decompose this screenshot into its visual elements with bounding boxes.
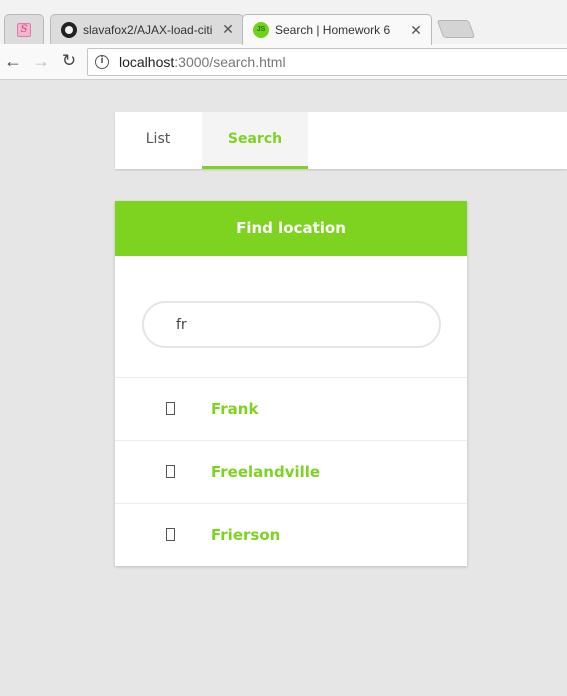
result-name: Frank [211, 400, 259, 418]
list-item[interactable]: Frierson [115, 504, 467, 567]
browser-toolbar: ← → ↻ i localhost:3000/search.html [0, 44, 567, 80]
pinned-app-icon: S [17, 22, 31, 37]
location-icon [166, 528, 175, 541]
location-icon [166, 465, 175, 478]
forward-arrow-icon[interactable]: → [29, 50, 53, 74]
info-icon[interactable]: i [95, 55, 109, 69]
result-name: Frierson [211, 526, 281, 544]
result-name: Freelandville [211, 463, 321, 481]
address-bar[interactable]: i localhost:3000/search.html [87, 48, 567, 76]
github-icon [61, 21, 77, 38]
tab-search[interactable]: Search [202, 112, 308, 169]
card-title: Find location [115, 201, 467, 256]
reload-icon[interactable]: ↻ [57, 50, 81, 74]
search-card: Find location Frank Freelandville Friers… [115, 201, 467, 566]
browser-tab-pinned[interactable]: S [4, 14, 44, 44]
list-item[interactable]: Freelandville [115, 441, 467, 504]
page-tabs: List Search [115, 112, 567, 169]
close-tab-icon[interactable]: ✕ [407, 22, 425, 39]
browser-tab-search[interactable]: JS Search | Homework 6 ✕ [242, 14, 432, 45]
browser-tab-title: slavafox2/AJAX-load-citi [83, 22, 213, 37]
browser-tabstrip: S slavafox2/AJAX-load-citi ✕ JS Search |… [0, 0, 567, 45]
tab-list[interactable]: List [115, 112, 201, 169]
new-tab-button[interactable] [436, 20, 476, 38]
list-item[interactable]: Frank [115, 378, 467, 441]
browser-tab-github[interactable]: slavafox2/AJAX-load-citi ✕ [50, 14, 244, 44]
location-icon [166, 402, 175, 415]
close-tab-icon[interactable]: ✕ [219, 21, 237, 38]
url-host: localhost [119, 54, 175, 70]
browser-tab-title: Search | Homework 6 [275, 23, 391, 37]
back-arrow-icon[interactable]: ← [1, 50, 25, 74]
url-path: :3000/search.html [174, 54, 286, 70]
search-input[interactable] [142, 301, 441, 348]
js-icon: JS [253, 22, 269, 38]
search-section [115, 256, 467, 378]
